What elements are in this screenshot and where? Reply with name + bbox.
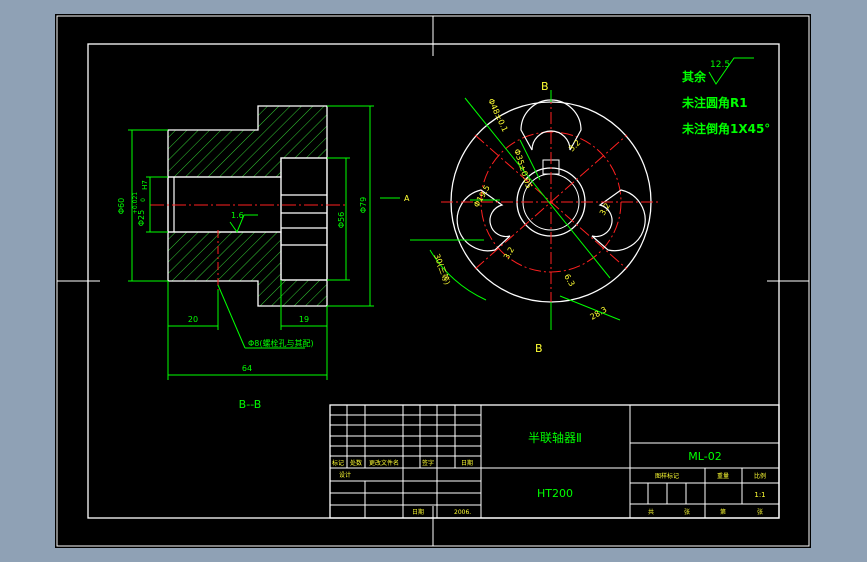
drawing-number: ML-02 (688, 450, 721, 463)
right-header-0: 图样标记 (655, 472, 679, 480)
dim-d56: Φ56 (337, 212, 346, 228)
row-design: 设计 (339, 471, 351, 479)
rev-header-1: 处数 (350, 459, 362, 467)
material: HT200 (537, 487, 573, 500)
dim-d79: Φ79 (359, 197, 368, 213)
rest-label: 其余 (682, 69, 707, 84)
dim-tol25-bottom: 0 (140, 198, 147, 202)
date-value: 2006. (454, 509, 471, 516)
rev-header-2: 更改文件名 (369, 459, 399, 467)
dim-d60: Φ60 (117, 198, 126, 214)
cut-label-bottom: B (535, 342, 543, 355)
dim-len19: 19 (299, 315, 309, 324)
rev-header-4: 日期 (461, 459, 473, 467)
scale-value: 1:1 (754, 491, 765, 499)
right-header-2: 比例 (754, 472, 766, 480)
cad-drawing: Φ60 Φ25 +0.021 0 H7 Φ56 Φ79 20 19 64 Φ8(… (55, 14, 811, 548)
right-header-1: 重量 (717, 472, 729, 480)
cut-label-top: B (541, 80, 549, 93)
part-name: 半联轴器Ⅱ (528, 430, 582, 445)
section-label: B--B (239, 398, 262, 411)
fillet-note: 未注圆角R1 (681, 95, 748, 110)
view-mark-a: A (404, 194, 410, 203)
dim-h7: H7 (141, 180, 149, 190)
dim-tol25-top: +0.021 (132, 192, 139, 214)
dim-len20: 20 (188, 315, 198, 324)
roughness-value: 12.5 (710, 60, 730, 70)
rev-header-3: 签字 (422, 459, 434, 467)
dim-len64: 64 (242, 364, 252, 373)
bottom-label-3: 张 (757, 508, 763, 516)
chamfer-note: 未注倒角1X45° (681, 121, 770, 136)
row-date: 日期 (412, 508, 424, 516)
hole-note: Φ8(螺栓孔与其配) (248, 338, 314, 348)
bottom-label-1: 张 (684, 508, 690, 516)
bottom-label-0: 共 (648, 508, 654, 516)
roughness-inner: 1.6 (231, 211, 244, 220)
rev-header-0: 标记 (332, 459, 344, 467)
bottom-label-2: 第 (720, 508, 726, 516)
